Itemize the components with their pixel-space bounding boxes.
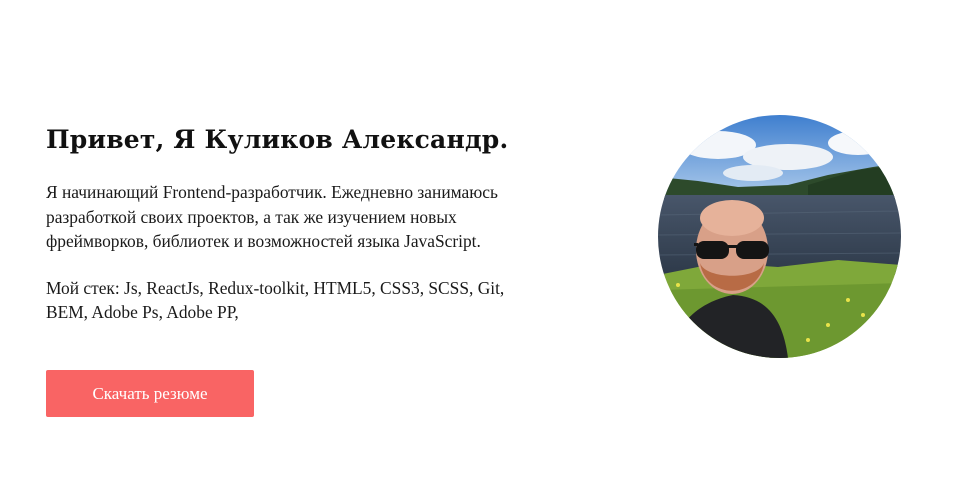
profile-photo [658, 115, 901, 358]
download-resume-button[interactable]: Скачать резюме [46, 370, 254, 417]
tech-stack-text: Мой стек: Js, ReactJs, Redux-toolkit, HT… [46, 277, 505, 323]
page-title: Привет, Я Куликов Александр. [46, 125, 509, 154]
avatar [658, 115, 901, 358]
intro-text: Я начинающий Frontend-разработчик. Ежедн… [46, 182, 498, 251]
hero-section: Привет, Я Куликов Александр. Я начинающи… [46, 122, 566, 325]
